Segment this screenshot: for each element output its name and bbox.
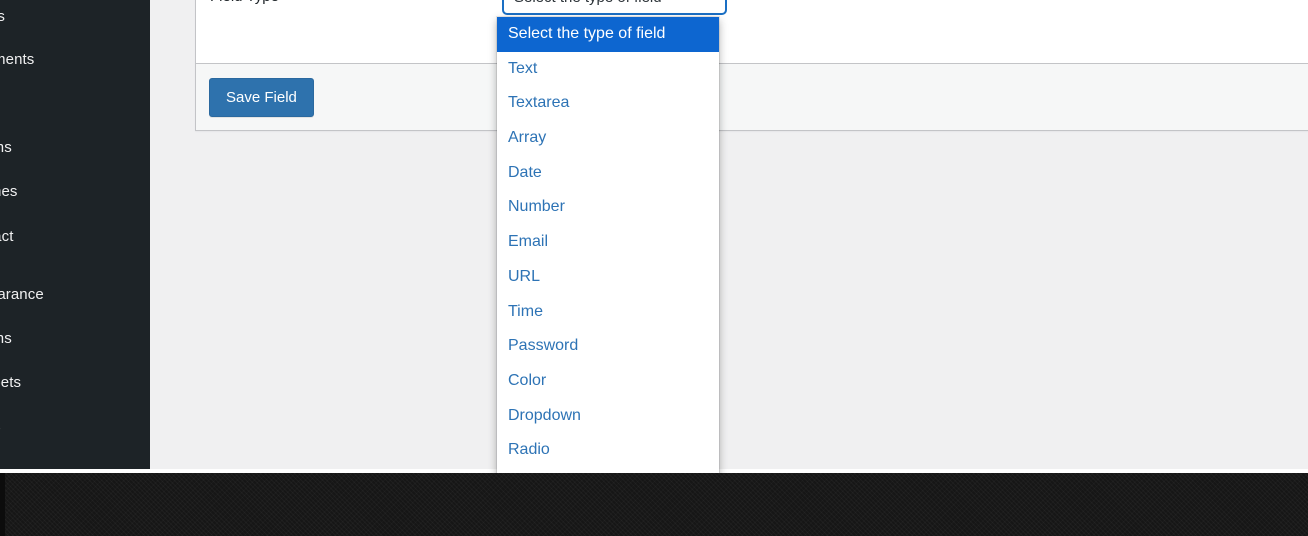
dropdown-option-text[interactable]: Text [497,52,719,87]
main-content: Field Type Select the type of field Save… [150,0,1308,473]
dropdown-option-textarea[interactable]: Textarea [497,86,719,121]
sidebar-item-label: ontact [0,228,14,245]
sidebar-item-contact[interactable]: ontact [0,228,150,246]
screenshot-root: ages omments ists lugins hemes ontact pp… [0,0,1308,536]
dropdown-option-url[interactable]: URL [497,260,719,295]
sidebar-item-label: nippets [0,374,22,391]
sidebar-item-snippets[interactable]: nippets [0,374,150,392]
sidebar-item-comments[interactable]: omments [0,51,150,69]
noise-texture [0,473,1308,536]
dropdown-option-radio[interactable]: Radio [497,433,719,468]
dropdown-option-dropdown[interactable]: Dropdown [497,399,719,434]
dropdown-option-password[interactable]: Password [497,329,719,364]
sidebar-item-label: sers [0,418,150,436]
sidebar-item-plugins-2[interactable]: lugins [0,330,150,348]
field-type-select[interactable]: Select the type of field [502,0,727,15]
field-form-body: Field Type Select the type of field [196,0,1308,63]
save-field-button[interactable]: Save Field [209,77,314,117]
sidebar-item-users[interactable]: sers [0,418,150,436]
dropdown-option-color[interactable]: Color [497,364,719,399]
dropdown-option-time[interactable]: Time [497,295,719,330]
sidebar-item-label: ists [0,95,150,113]
field-form-footer: Save Field [196,63,1308,130]
sidebar-item-label: ages [0,8,5,25]
sidebar-item-lists[interactable]: ists [0,95,150,113]
sidebar-item-label: hemes [0,183,18,200]
dropdown-option-email[interactable]: Email [497,225,719,260]
sidebar-item-pages[interactable]: ages [0,8,150,26]
desktop-background-strip [0,473,1308,536]
sidebar-item-appearance[interactable]: ppearance [0,286,150,304]
dropdown-option-array[interactable]: Array [497,121,719,156]
sidebar-item-label: lugins [0,139,12,156]
dropdown-option-checkbox[interactable]: Checkbox [497,468,719,473]
field-form-card: Field Type Select the type of field Save… [195,0,1308,131]
sidebar-item-themes[interactable]: hemes [0,183,150,201]
field-type-label: Field Type [210,0,279,7]
dropdown-option-number[interactable]: Number [497,190,719,225]
field-type-control: Select the type of field [502,0,727,15]
strip-left-edge [0,473,5,536]
browser-viewport: ages omments ists lugins hemes ontact pp… [0,0,1308,473]
sidebar-item-plugins[interactable]: lugins [0,139,150,157]
dropdown-option-date[interactable]: Date [497,156,719,191]
admin-sidebar: ages omments ists lugins hemes ontact pp… [0,0,150,473]
sidebar-item-label: lugins [0,330,12,347]
dropdown-option-placeholder[interactable]: Select the type of field [497,17,719,52]
field-type-dropdown-list[interactable]: Select the type of field Text Textarea A… [497,17,719,473]
sidebar-item-label: omments [0,51,35,68]
sidebar-item-label: ppearance [0,286,44,303]
